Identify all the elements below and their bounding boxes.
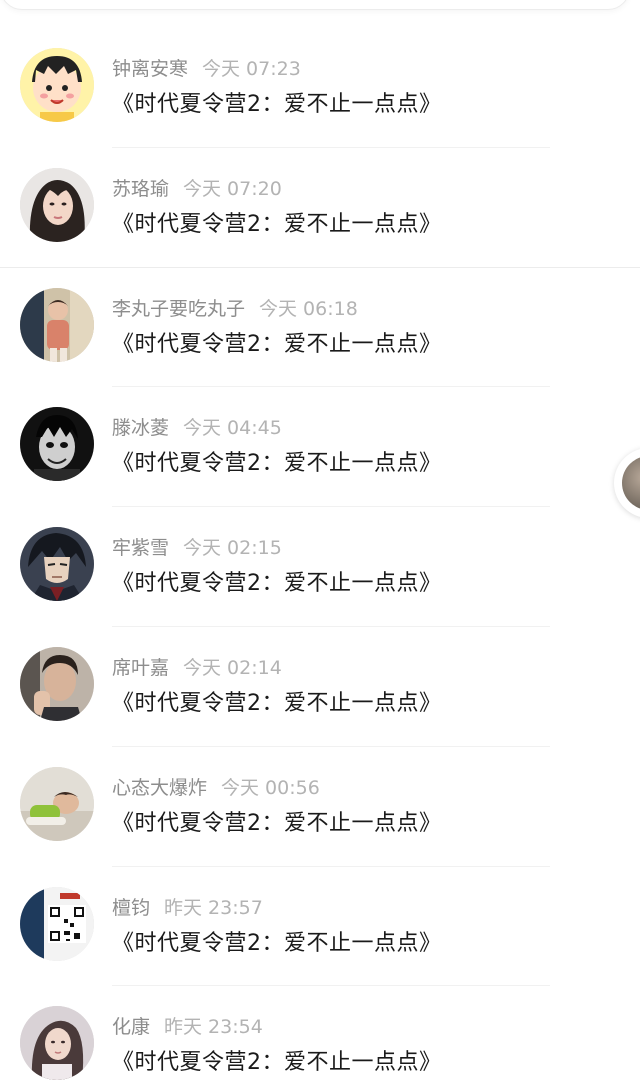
commenter-name[interactable]: 牢紫雪 — [112, 537, 169, 559]
commenter-name[interactable]: 钟离安寒 — [112, 58, 188, 80]
comment-text[interactable]: 《时代夏令营2：爱不止一点点》 — [112, 929, 442, 959]
anime-man-avatar[interactable] — [20, 527, 94, 602]
comment-time: 今天 00:56 — [221, 776, 320, 799]
comment-text[interactable]: 《时代夏令营2：爱不止一点点》 — [112, 90, 442, 120]
comment-meta: 心态大爆炸 今天 00:56 — [112, 775, 320, 801]
comment-row[interactable]: 苏珞瑜 今天 07:20 《时代夏令营2：爱不止一点点》 — [0, 148, 640, 268]
comment-time: 今天 07:23 — [202, 58, 301, 80]
lying-child-avatar[interactable] — [20, 766, 94, 841]
comment-row[interactable]: 牢紫雪 今天 02:15 《时代夏令营2：爱不止一点点》 — [0, 507, 640, 627]
comment-meta: 李丸子要吃丸子 今天 06:18 — [112, 296, 358, 322]
comment-text[interactable]: 《时代夏令营2：爱不止一点点》 — [112, 569, 442, 599]
comment-time: 今天 07:20 — [183, 177, 282, 200]
comment-row[interactable]: 李丸子要吃丸子 今天 06:18 《时代夏令营2：爱不止一点点》 — [0, 268, 640, 388]
comment-time: 昨天 23:57 — [164, 896, 263, 919]
comment-list[interactable]: 钟离安寒 今天 07:23 《时代夏令营2：爱不止一点点》 苏珞瑜 今天 07:20 — [0, 28, 640, 1086]
man-hand-photo-avatar[interactable] — [20, 646, 94, 721]
qr-code-avatar[interactable] — [20, 886, 94, 961]
comment-row[interactable]: 钟离安寒 今天 07:23 《时代夏令营2：爱不止一点点》 — [0, 28, 640, 148]
comment-time: 今天 04:45 — [183, 417, 282, 440]
comment-time: 今天 06:18 — [259, 297, 358, 320]
comment-meta: 苏珞瑜 今天 07:20 — [112, 176, 282, 202]
comment-text[interactable]: 《时代夏令营2：爱不止一点点》 — [112, 689, 442, 719]
comment-text[interactable]: 《时代夏令营2：爱不止一点点》 — [112, 330, 442, 360]
comment-row[interactable]: 心态大爆炸 今天 00:56 《时代夏令营2：爱不止一点点》 — [0, 747, 640, 867]
girl-portrait-avatar[interactable] — [20, 167, 94, 242]
dark-horror-avatar[interactable] — [20, 407, 94, 482]
comment-meta: 席叶嘉 今天 02:14 — [112, 655, 282, 681]
comment-meta: 滕冰菱 今天 04:45 — [112, 415, 282, 441]
woman-photo-avatar[interactable] — [20, 1006, 94, 1081]
comment-text[interactable]: 《时代夏令营2：爱不止一点点》 — [112, 210, 442, 240]
comment-time: 昨天 23:54 — [164, 1016, 263, 1039]
commenter-name[interactable]: 滕冰菱 — [112, 417, 169, 439]
child-photo-avatar[interactable] — [20, 287, 94, 362]
comment-row[interactable]: 滕冰菱 今天 04:45 《时代夏令营2：爱不止一点点》 — [0, 387, 640, 508]
top-panel — [0, 0, 630, 10]
comment-text[interactable]: 《时代夏令营2：爱不止一点点》 — [112, 1048, 442, 1078]
comment-meta: 钟离安寒 今天 07:23 — [112, 56, 301, 82]
comment-meta: 檀钧 昨天 23:57 — [112, 895, 263, 921]
comment-row[interactable]: 化康 昨天 23:54 《时代夏令营2：爱不止一点点》 — [0, 986, 640, 1086]
comment-text[interactable]: 《时代夏令营2：爱不止一点点》 — [112, 809, 442, 839]
commenter-name[interactable]: 檀钧 — [112, 897, 150, 919]
comment-text[interactable]: 《时代夏令营2：爱不止一点点》 — [112, 449, 442, 479]
commenter-name[interactable]: 心态大爆炸 — [112, 777, 207, 799]
comment-meta: 牢紫雪 今天 02:15 — [112, 535, 282, 561]
commenter-name[interactable]: 苏珞瑜 — [112, 178, 169, 200]
comment-time: 今天 02:14 — [183, 656, 282, 679]
commenter-name[interactable]: 李丸子要吃丸子 — [112, 298, 245, 320]
commenter-name[interactable]: 席叶嘉 — [112, 657, 169, 679]
comment-row[interactable]: 檀钧 昨天 23:57 《时代夏令营2：爱不止一点点》 — [0, 867, 640, 987]
floating-avatar-icon — [622, 456, 640, 510]
comment-row[interactable]: 席叶嘉 今天 02:14 《时代夏令营2：爱不止一点点》 — [0, 627, 640, 747]
comment-screen: 钟离安寒 今天 07:23 《时代夏令营2：爱不止一点点》 苏珞瑜 今天 07:20 — [0, 0, 640, 1086]
commenter-name[interactable]: 化康 — [112, 1016, 150, 1038]
comment-meta: 化康 昨天 23:54 — [112, 1014, 263, 1040]
cartoon-girl-avatar[interactable] — [20, 48, 94, 122]
comment-time: 今天 02:15 — [183, 537, 282, 560]
